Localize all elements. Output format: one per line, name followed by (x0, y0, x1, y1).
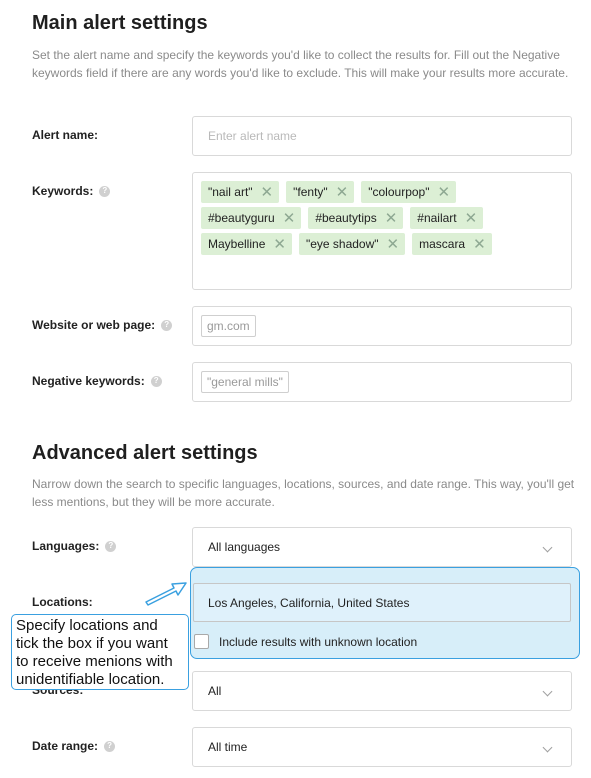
languages-label-text: Languages: (32, 539, 100, 553)
website-tag: gm.com (201, 315, 256, 337)
arrow-icon (145, 582, 187, 606)
keyword-chip: #beautytips ✕ (308, 207, 404, 229)
question-circle-icon[interactable]: ? (104, 740, 116, 752)
locations-input[interactable]: Los Angeles, California, United States (193, 583, 571, 622)
keyword-chip-text: #beautyguru (208, 211, 275, 225)
keyword-chip: "fenty" ✕ (286, 181, 355, 203)
languages-value: All languages (208, 540, 281, 554)
languages-label: Languages: ? (32, 539, 117, 553)
keywords-input[interactable]: "nail art" ✕ "fenty" ✕ "colourpop" ✕ #beaut… (192, 172, 572, 290)
keyword-chip-text: Maybelline (208, 237, 266, 251)
keywords-label-text: Keywords: (32, 184, 94, 198)
close-icon[interactable]: ✕ (283, 211, 296, 226)
locations-label-text: Locations: (32, 595, 93, 609)
keyword-chip-text: #beautytips (315, 211, 377, 225)
close-icon[interactable]: ✕ (261, 185, 274, 200)
chevron-down-icon (542, 742, 553, 752)
close-icon[interactable]: ✕ (473, 237, 486, 252)
date-range-value: All time (208, 740, 248, 754)
advanced-settings-title: Advanced alert settings (32, 442, 258, 464)
sources-select[interactable]: All (192, 671, 572, 711)
alert-name-label-text: Alert name: (32, 128, 99, 142)
unknown-location-label: Include results with unknown location (219, 634, 418, 649)
alert-name-placeholder: Enter alert name (208, 129, 297, 143)
languages-select[interactable]: All languages (192, 527, 572, 567)
close-icon[interactable]: ✕ (387, 237, 400, 252)
keyword-chip-text: "fenty" (293, 185, 328, 199)
keyword-chip: "eye shadow" ✕ (298, 233, 406, 255)
close-icon[interactable]: ✕ (465, 211, 478, 226)
locations-label: Locations: (32, 595, 93, 609)
main-settings-title: Main alert settings (32, 12, 208, 34)
keyword-chip: "nail art" ✕ (201, 181, 280, 203)
keyword-chip: #beautyguru ✕ (201, 207, 302, 229)
locations-highlight: Los Angeles, California, United States I… (190, 567, 580, 659)
keyword-chip: "colourpop" ✕ (361, 181, 457, 203)
chevron-down-icon (542, 686, 553, 696)
chevron-down-icon (542, 542, 553, 552)
close-icon[interactable]: ✕ (437, 185, 450, 200)
keyword-chip-text: "eye shadow" (305, 237, 379, 251)
keyword-chip-text: "colourpop" (368, 185, 430, 199)
keyword-chip-text: #nailart (417, 211, 457, 225)
website-input[interactable]: gm.com (192, 306, 572, 346)
question-circle-icon[interactable]: ? (161, 319, 173, 331)
question-circle-icon[interactable]: ? (99, 185, 111, 197)
main-settings-description: Set the alert name and specify the keywo… (32, 48, 569, 80)
keyword-chip: Maybelline ✕ (201, 233, 292, 255)
keyword-chip-text: mascara (419, 237, 466, 251)
advanced-settings-description: Narrow down the search to specific langu… (32, 477, 575, 509)
close-icon[interactable]: ✕ (385, 211, 398, 226)
negative-keywords-label-text: Negative keywords: (32, 374, 145, 388)
sources-value: All (208, 684, 222, 698)
date-range-label-text: Date range: (32, 739, 99, 753)
callout-text: Specify locations and tick the box if yo… (16, 617, 173, 688)
question-circle-icon[interactable]: ? (150, 375, 162, 387)
unknown-location-option: Include results with unknown location (194, 634, 417, 649)
keywords-label: Keywords: ? (32, 184, 111, 198)
negative-keyword-tag: "general mills" (201, 371, 289, 393)
date-range-select[interactable]: All time (192, 727, 572, 767)
negative-keywords-input[interactable]: "general mills" (192, 362, 572, 402)
alert-name-input[interactable]: Enter alert name (192, 116, 572, 156)
website-label-text: Website or web page: (32, 318, 156, 332)
keyword-chip-text: "nail art" (208, 185, 253, 199)
alert-name-label: Alert name: (32, 128, 98, 142)
close-icon[interactable]: ✕ (336, 185, 349, 200)
negative-keywords-label: Negative keywords: ? (32, 374, 162, 388)
question-circle-icon[interactable]: ? (105, 540, 117, 552)
keyword-chip: #nailart ✕ (410, 207, 484, 229)
website-label: Website or web page: ? (32, 318, 173, 332)
keyword-chip: mascara ✕ (412, 233, 492, 255)
date-range-label: Date range: ? (32, 739, 116, 753)
callout-annotation: Specify locations and tick the box if yo… (11, 614, 189, 690)
unknown-location-checkbox[interactable] (194, 634, 209, 649)
close-icon[interactable]: ✕ (273, 237, 286, 252)
locations-value: Los Angeles, California, United States (208, 595, 410, 610)
